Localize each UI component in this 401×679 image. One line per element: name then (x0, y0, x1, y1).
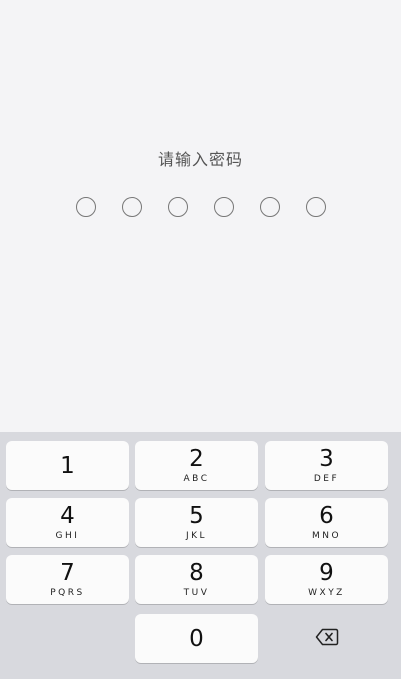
key-letters: TUV (183, 588, 210, 598)
passcode-screen: 请输入密码 1 2 ABC 3 DEF 4 GHI 5 JKL 6 MNO 7 … (0, 0, 401, 679)
key-3[interactable]: 3 DEF (265, 441, 388, 490)
key-letters: MNO (311, 531, 342, 541)
delete-button[interactable] (265, 614, 388, 663)
key-number: 1 (60, 452, 75, 479)
key-number: 8 (189, 560, 204, 586)
passcode-dot (305, 197, 326, 217)
key-6[interactable]: 6 MNO (265, 498, 388, 547)
key-number: 5 (189, 503, 204, 529)
key-letters: PQRS (50, 588, 85, 598)
key-number: 4 (60, 503, 75, 529)
key-number: 0 (189, 625, 204, 652)
key-number: 9 (319, 560, 334, 586)
key-number: 6 (319, 503, 334, 529)
key-letters: JKL (185, 531, 208, 541)
key-5[interactable]: 5 JKL (135, 498, 258, 547)
passcode-dots (0, 197, 401, 217)
key-number: 3 (319, 446, 334, 472)
passcode-dot (121, 197, 142, 217)
key-2[interactable]: 2 ABC (135, 441, 258, 490)
key-number: 7 (60, 560, 75, 586)
key-1[interactable]: 1 (6, 441, 129, 490)
passcode-dot (213, 197, 234, 217)
key-7[interactable]: 7 PQRS (6, 555, 129, 604)
key-letters: DEF (313, 474, 340, 484)
key-8[interactable]: 8 TUV (135, 555, 258, 604)
passcode-dot (259, 197, 280, 217)
key-letters: WXYZ (308, 588, 345, 598)
passcode-dot (167, 197, 188, 217)
key-4[interactable]: 4 GHI (6, 498, 129, 547)
passcode-prompt: 请输入密码 (157, 150, 243, 169)
passcode-dot (75, 197, 96, 217)
key-letters: GHI (55, 531, 80, 541)
key-number: 2 (189, 446, 204, 472)
key-0[interactable]: 0 (135, 614, 258, 663)
backspace-icon (315, 628, 339, 650)
key-9[interactable]: 9 WXYZ (265, 555, 388, 604)
key-letters: ABC (183, 474, 210, 484)
numeric-keypad: 1 2 ABC 3 DEF 4 GHI 5 JKL 6 MNO 7 PQRS 8… (0, 432, 401, 679)
